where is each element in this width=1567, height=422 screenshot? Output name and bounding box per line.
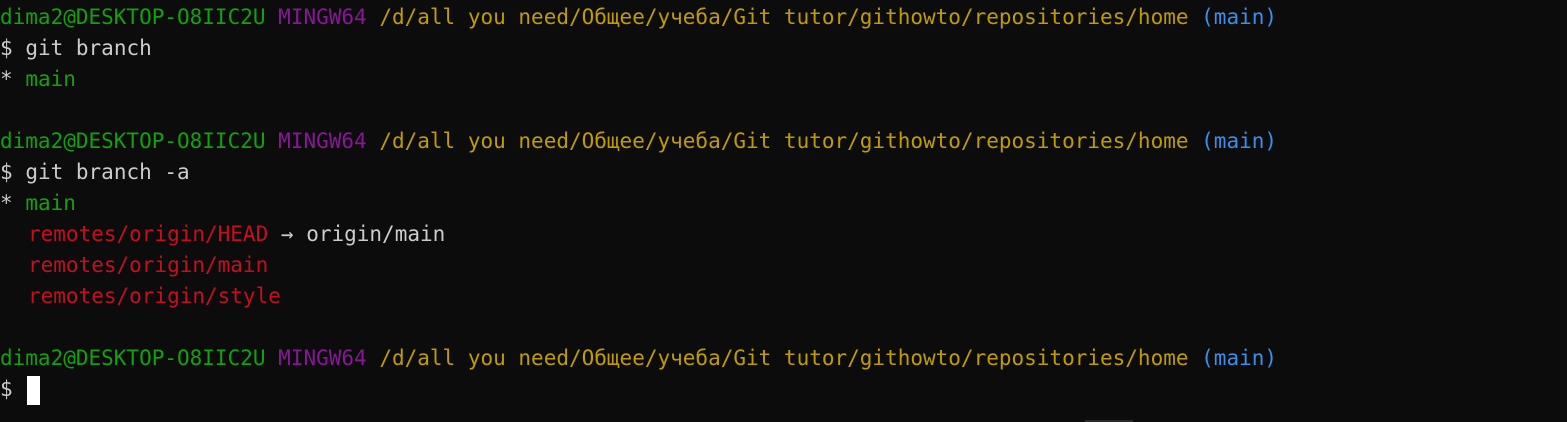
current-branch-marker: * <box>0 191 13 215</box>
prompt-path: /d/all you need/Общее/учеба/Git tutor/gi… <box>379 346 1189 370</box>
current-branch-marker: * <box>0 67 13 91</box>
arrow-icon: → <box>280 222 294 246</box>
prompt-branch: (main) <box>1201 5 1278 29</box>
prompt-path: /d/all you need/Общее/учеба/Git tutor/gi… <box>379 5 1189 29</box>
prompt-system: MINGW64 <box>278 5 367 29</box>
prompt-line: dima2@DESKTOP-O8IIC2U MINGW64 /d/all you… <box>0 2 1567 33</box>
prompt-user-host: dima2@DESKTOP-O8IIC2U <box>0 5 266 29</box>
input-line[interactable]: $ <box>0 374 1567 405</box>
prompt-branch: (main) <box>1201 129 1278 153</box>
branch-list-item: * main <box>0 188 1567 219</box>
prompt-line: dima2@DESKTOP-O8IIC2U MINGW64 /d/all you… <box>0 126 1567 157</box>
command-line: $ git branch -a <box>0 157 1567 188</box>
remote-branch-name: remotes/origin/HEAD <box>28 222 269 246</box>
remote-branch-item: remotes/origin/HEAD → origin/main <box>0 219 1567 250</box>
prompt-user-host: dima2@DESKTOP-O8IIC2U <box>0 346 266 370</box>
command-text: git branch <box>25 36 152 60</box>
remote-branch-item: remotes/origin/main <box>0 250 1567 281</box>
current-branch-name: main <box>25 191 76 215</box>
prompt-path: /d/all you need/Общее/учеба/Git tutor/gi… <box>379 129 1189 153</box>
remote-branch-name: remotes/origin/main <box>28 253 269 277</box>
remote-branch-item: remotes/origin/style <box>0 281 1567 312</box>
remote-branch-target: origin/main <box>306 222 446 246</box>
command-text: git branch -a <box>25 160 190 184</box>
prompt-branch: (main) <box>1201 346 1278 370</box>
terminal-window[interactable]: dima2@DESKTOP-O8IIC2U MINGW64 /d/all you… <box>0 0 1567 422</box>
current-branch-name: main <box>25 67 76 91</box>
prompt-line: dima2@DESKTOP-O8IIC2U MINGW64 /d/all you… <box>0 343 1567 374</box>
branch-list-item: * main <box>0 64 1567 95</box>
prompt-user-host: dima2@DESKTOP-O8IIC2U <box>0 129 266 153</box>
prompt-system: MINGW64 <box>278 129 367 153</box>
text-cursor[interactable] <box>27 375 41 405</box>
prompt-system: MINGW64 <box>278 346 367 370</box>
prompt-symbol: $ <box>0 377 13 401</box>
remote-branch-name: remotes/origin/style <box>28 284 281 308</box>
command-line: $ git branch <box>0 33 1567 64</box>
prompt-symbol: $ <box>0 36 13 60</box>
prompt-symbol: $ <box>0 160 13 184</box>
